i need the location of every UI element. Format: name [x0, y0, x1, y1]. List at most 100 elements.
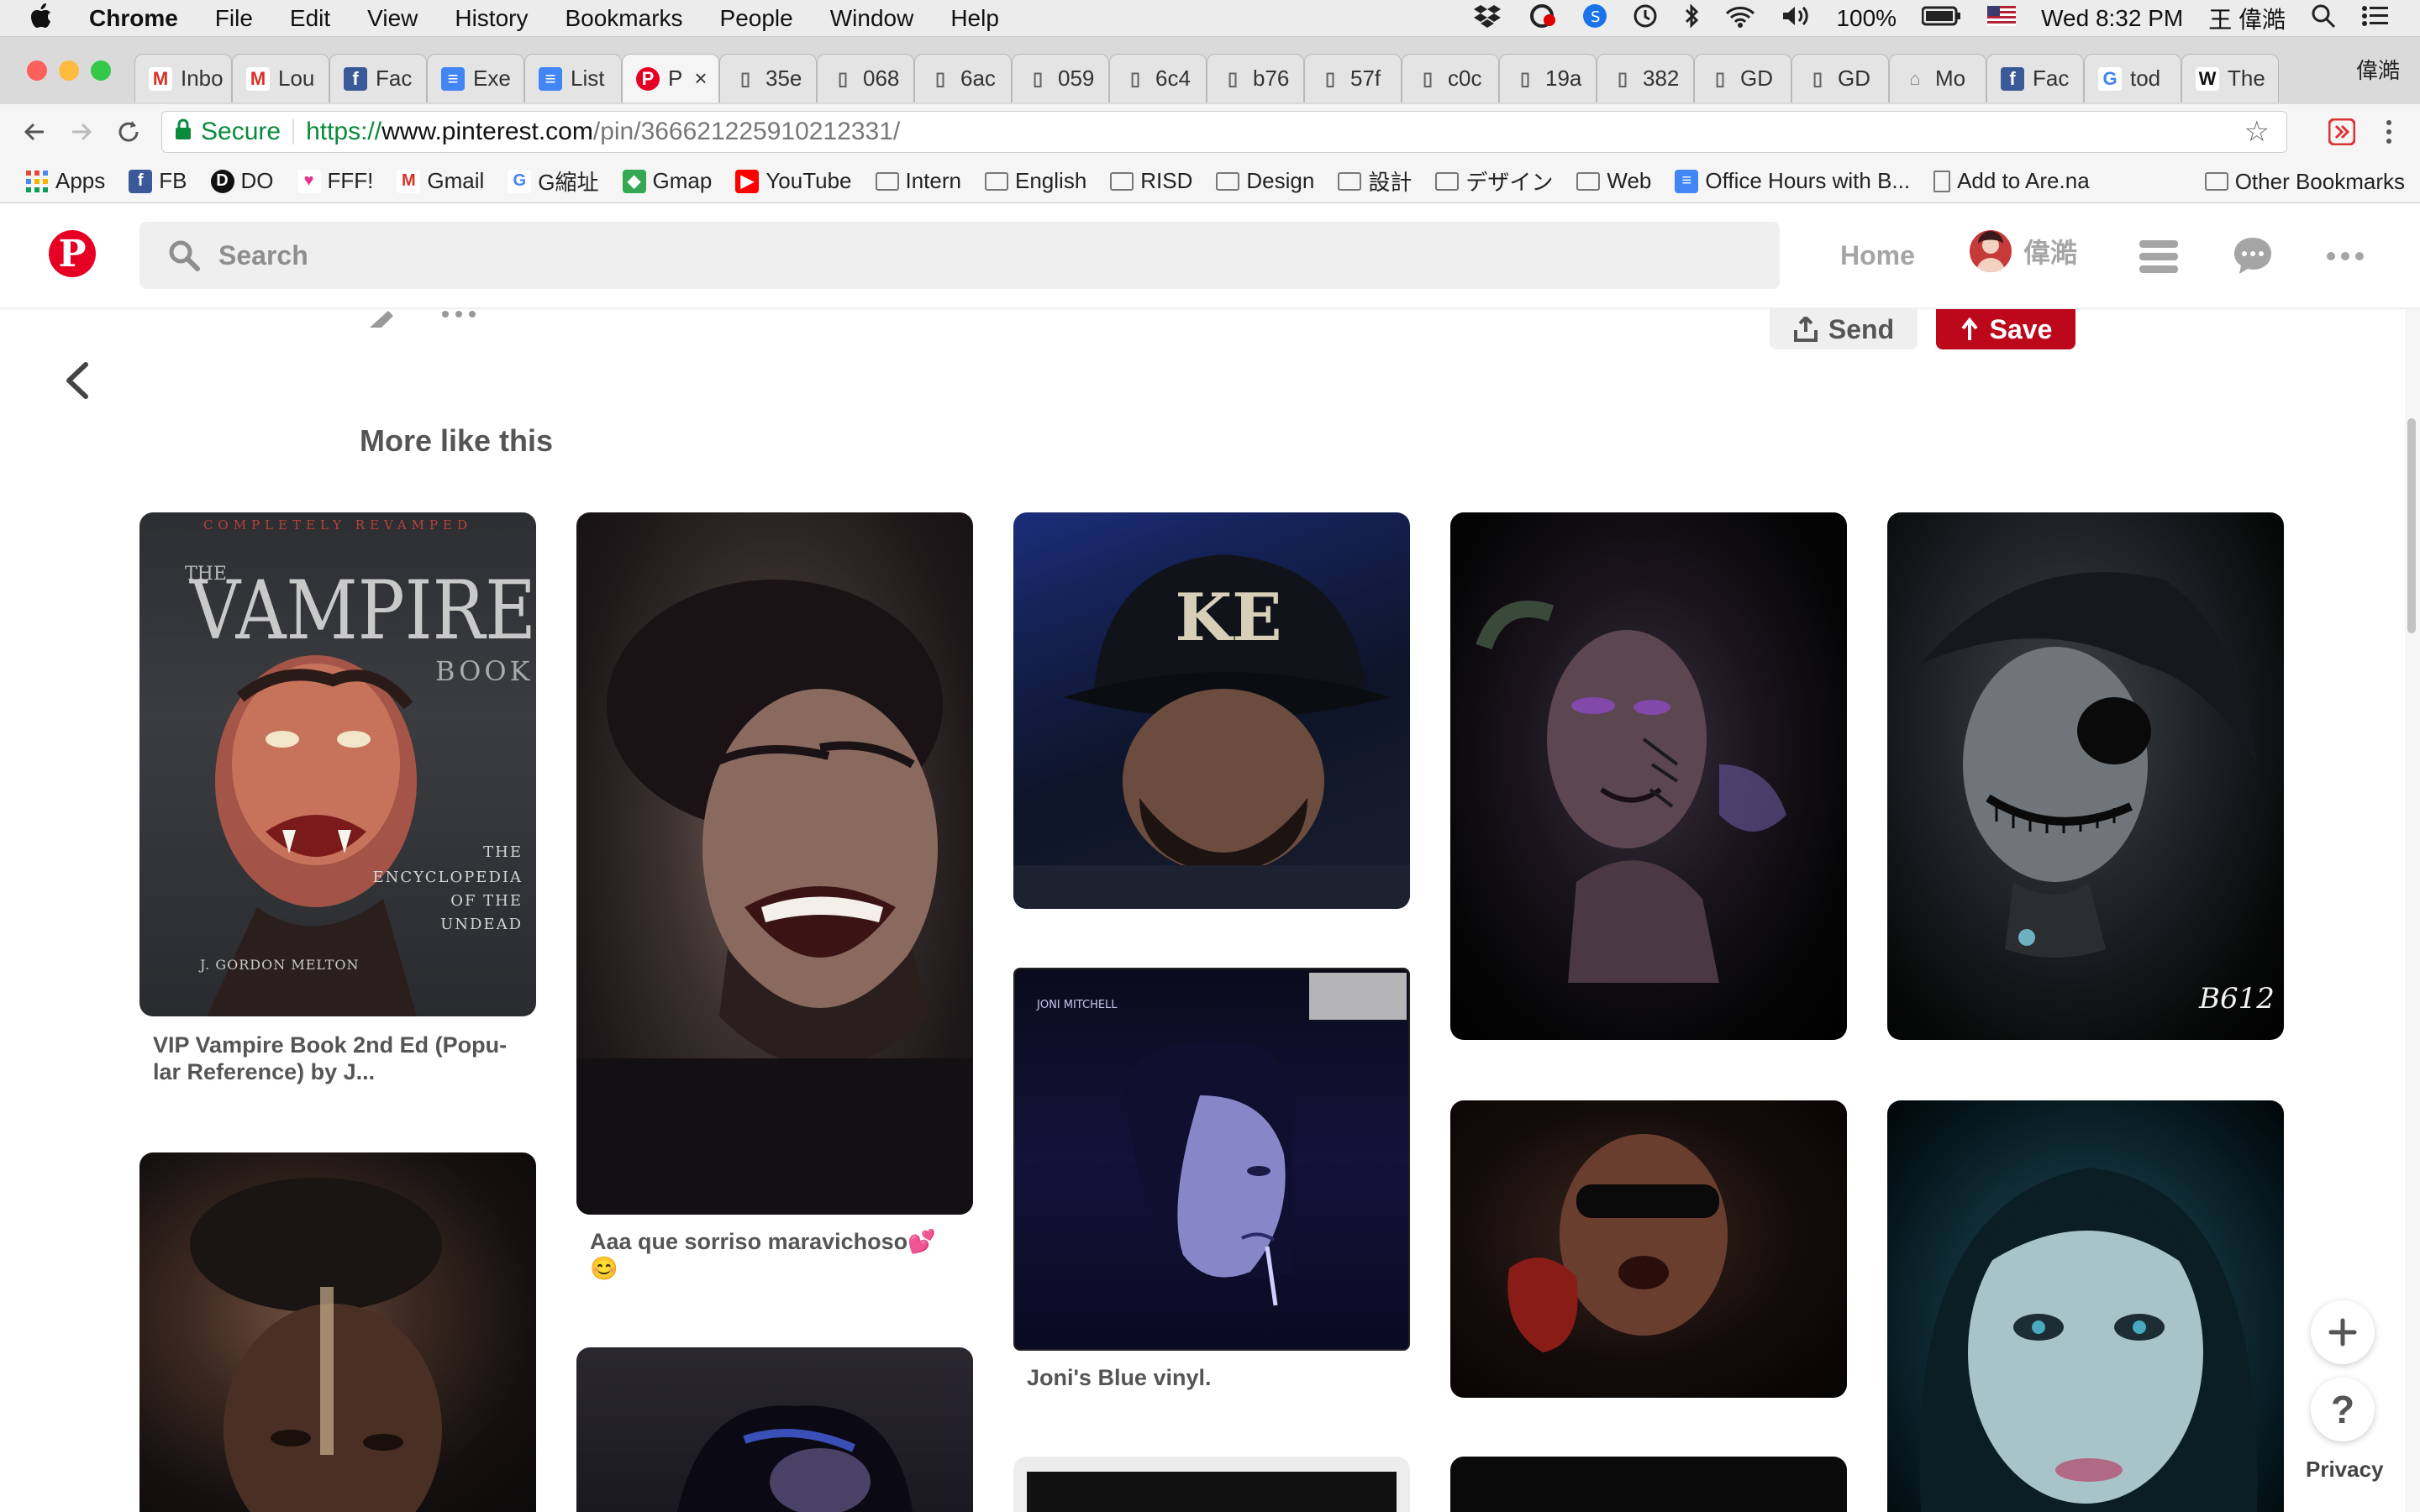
bookmark-item[interactable]: Design: [1216, 168, 1314, 194]
browser-tab[interactable]: ▯ 068: [817, 54, 914, 102]
browser-tab[interactable]: ▯ GD: [1694, 54, 1791, 102]
close-window-button[interactable]: [27, 60, 47, 81]
apple-menu-icon[interactable]: [30, 3, 52, 34]
pin-face-paint-girl[interactable]: [1450, 512, 1847, 1040]
bookmark-item[interactable]: M Gmail: [397, 168, 484, 194]
bookmark-item[interactable]: Web: [1576, 168, 1651, 194]
bookmark-star-icon[interactable]: ☆: [2244, 112, 2270, 152]
browser-tab[interactable]: W The: [2181, 54, 2279, 102]
address-bar[interactable]: Secure https://www.pinterest.com/pin/366…: [161, 111, 2287, 153]
bookmark-item[interactable]: English: [985, 168, 1086, 194]
menu-view[interactable]: View: [367, 5, 418, 32]
us-flag-icon[interactable]: [1987, 5, 2017, 32]
search-input[interactable]: [217, 239, 1649, 272]
bookmark-item[interactable]: Add to Are.na: [1933, 168, 2090, 194]
battery-icon[interactable]: [1921, 5, 1962, 33]
bookmark-item[interactable]: デザイン: [1435, 165, 1553, 197]
spotlight-icon[interactable]: [2311, 3, 2336, 34]
browser-tab[interactable]: f Fac: [329, 54, 427, 102]
send-button[interactable]: Send: [1770, 309, 1918, 349]
pin-vampire-book[interactable]: COMPLETELY REVAMPED THE VAMPIRE BOOK THE…: [139, 512, 536, 1016]
browser-tab[interactable]: ▯ 6c4: [1109, 54, 1207, 102]
back-button[interactable]: [15, 113, 54, 151]
browser-tab[interactable]: ▯ 059: [1012, 54, 1109, 102]
privacy-link[interactable]: Privacy: [2306, 1457, 2384, 1483]
user-account-name[interactable]: 王 偉澔: [2208, 2, 2286, 35]
menu-app-name[interactable]: Chrome: [89, 5, 178, 32]
menu-file[interactable]: File: [215, 5, 253, 32]
bookmark-item[interactable]: Intern: [875, 168, 961, 194]
chrome-menu-icon[interactable]: [2370, 113, 2408, 151]
browser-tab[interactable]: ▯ 6ac: [914, 54, 1012, 102]
pin-caption-joni-blue-vinyl[interactable]: Joni's Blue vinyl.: [1027, 1364, 1405, 1391]
bookmark-item[interactable]: f FB: [129, 168, 187, 194]
pin-caption-vampire-book[interactable]: VIP Vampire Book 2nd Ed (Popu- lar Refer…: [153, 1032, 531, 1085]
back-chevron-icon[interactable]: [59, 360, 96, 402]
bookmark-item[interactable]: ≡ Office Hours with B...: [1675, 168, 1910, 194]
bookmark-item[interactable]: RISD: [1110, 168, 1192, 194]
browser-tab[interactable]: ▯ 19a: [1499, 54, 1597, 102]
lock-icon[interactable]: [174, 118, 192, 146]
pin-joni-blue-vinyl[interactable]: JONI MITCHELL: [1013, 968, 1410, 1351]
pin-more-icon[interactable]: [440, 309, 477, 327]
shazam-icon[interactable]: S: [1582, 3, 1607, 34]
bookmark-item[interactable]: D DO: [210, 168, 274, 194]
pin-man-in-cap[interactable]: KE: [1013, 512, 1410, 909]
browser-tab[interactable]: ▯ 382: [1597, 54, 1694, 102]
dropbox-icon[interactable]: [1473, 3, 1502, 34]
forward-button[interactable]: [62, 113, 101, 151]
browser-tab[interactable]: ▯ b76: [1207, 54, 1304, 102]
pin-blue-haired-portrait[interactable]: [576, 1347, 973, 1512]
menu-icon[interactable]: [2138, 235, 2180, 277]
zoom-window-button[interactable]: [91, 60, 111, 81]
profile-link[interactable]: 偉澔: [1970, 230, 2077, 272]
menu-help[interactable]: Help: [950, 5, 999, 32]
menu-window[interactable]: Window: [830, 5, 914, 32]
browser-tab[interactable]: P P ×: [622, 54, 719, 102]
bookmark-item[interactable]: ▶ YouTube: [735, 168, 852, 194]
pin-partial-col4[interactable]: [1450, 1457, 1847, 1512]
menu-edit[interactable]: Edit: [290, 5, 330, 32]
bookmark-item[interactable]: 設計: [1338, 165, 1412, 197]
browser-tab[interactable]: f Fac: [1986, 54, 2084, 102]
pinterest-search-bar[interactable]: [139, 222, 1780, 289]
wifi-icon[interactable]: [1725, 3, 1755, 34]
notification-center-icon[interactable]: [2361, 3, 2390, 34]
page-scrollbar-thumb[interactable]: [2407, 418, 2416, 633]
bookmark-item[interactable]: ◆ Gmap: [622, 168, 712, 194]
browser-tab[interactable]: M Lou: [232, 54, 329, 102]
pin-partial-col3[interactable]: [1013, 1457, 1410, 1512]
save-button[interactable]: Save: [1936, 309, 2075, 349]
browser-tab[interactable]: Gtod: [2084, 54, 2181, 102]
clock[interactable]: Wed 8:32 PM: [2041, 5, 2183, 32]
bookmark-item[interactable]: Apps: [25, 168, 105, 194]
other-bookmarks[interactable]: Other Bookmarks: [2204, 160, 2405, 203]
pin-portrait-light-leak[interactable]: [139, 1152, 536, 1512]
bookmark-item[interactable]: G G縮址: [508, 165, 599, 197]
help-button[interactable]: ?: [2311, 1378, 2375, 1441]
volume-icon[interactable]: [1781, 3, 1811, 34]
create-pin-button[interactable]: [2311, 1300, 2375, 1364]
bluetooth-icon[interactable]: [1683, 3, 1700, 34]
browser-tab[interactable]: ▯ c0c: [1402, 54, 1499, 102]
pin-woman-sunglasses[interactable]: [1450, 1100, 1847, 1398]
menu-history[interactable]: History: [455, 5, 528, 32]
profile-name[interactable]: 偉澔: [2356, 54, 2400, 85]
pin-skull-makeup[interactable]: B612: [1887, 512, 2284, 1040]
creative-cloud-icon[interactable]: [1527, 3, 1557, 34]
secure-label[interactable]: Secure: [201, 118, 281, 146]
messages-icon[interactable]: [2232, 235, 2274, 277]
close-tab-icon[interactable]: ×: [694, 66, 707, 92]
browser-tab[interactable]: ⌂ Mo: [1889, 54, 1986, 102]
reload-button[interactable]: [109, 113, 148, 151]
home-link[interactable]: Home: [1840, 240, 1915, 271]
pin-smiling-man[interactable]: [576, 512, 973, 1215]
pinterest-logo-icon[interactable]: P: [49, 230, 96, 277]
pin-caption-smiling-man[interactable]: Aaa que sorriso maravichoso💕 😊: [590, 1228, 968, 1282]
browser-tab[interactable]: M Inbo: [134, 54, 232, 102]
edit-pencil-icon[interactable]: [366, 309, 397, 332]
menu-people[interactable]: People: [720, 5, 793, 32]
browser-tab[interactable]: ≡ Exe: [427, 54, 524, 102]
pin-girl-bangs[interactable]: [1887, 1100, 2284, 1512]
browser-tab[interactable]: ▯ 35e: [719, 54, 817, 102]
